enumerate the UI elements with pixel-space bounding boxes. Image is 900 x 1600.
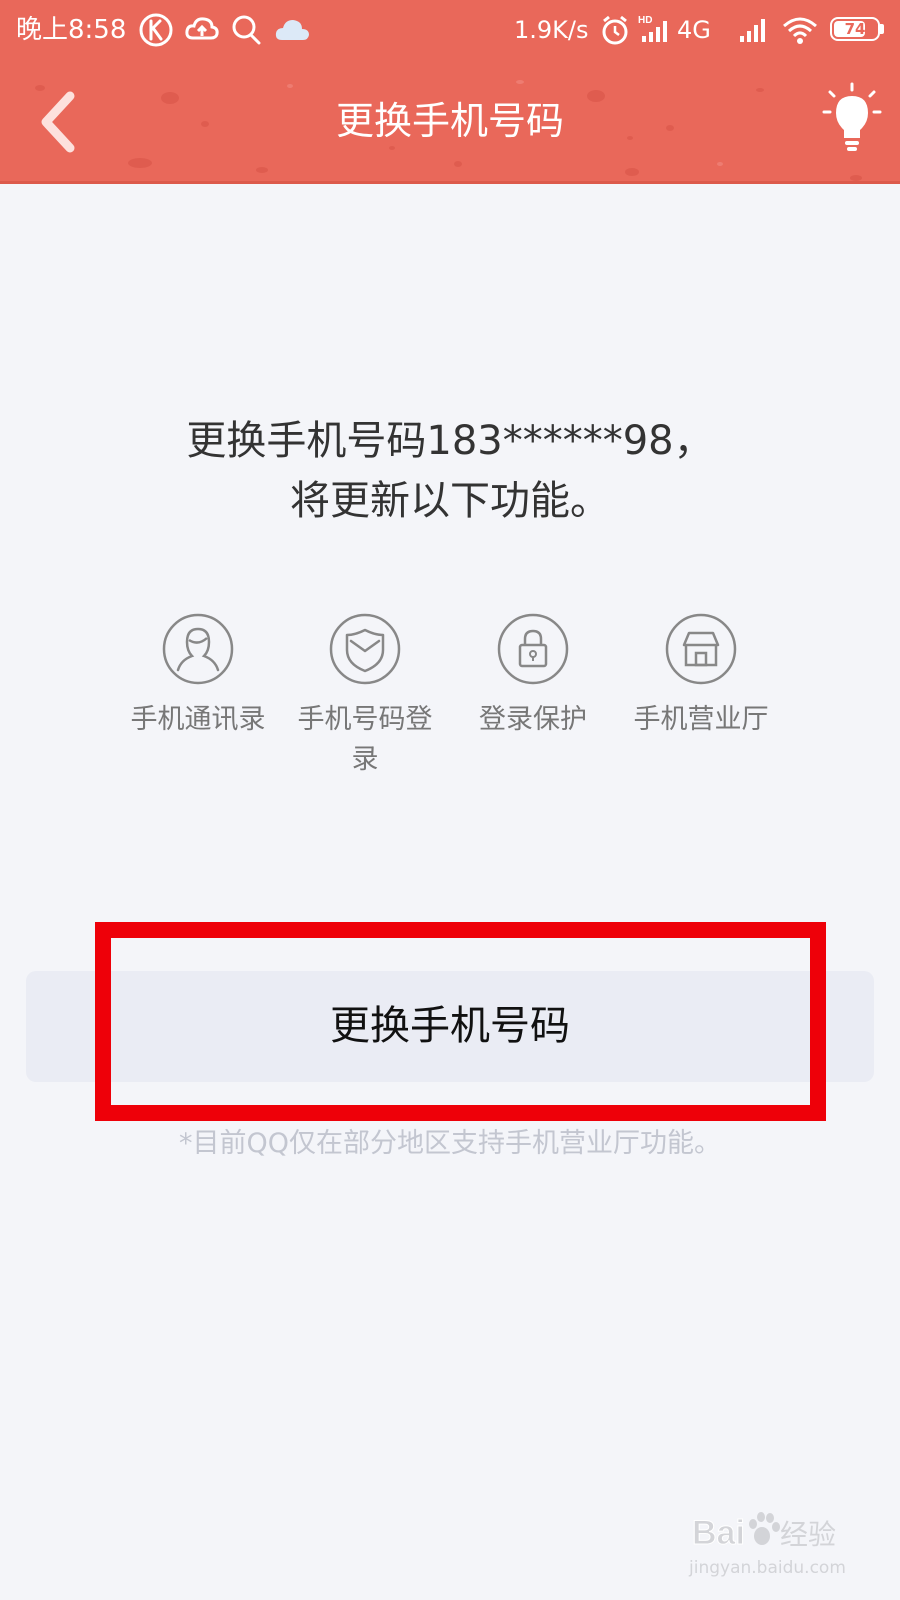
hd-signal-icon: HD <box>638 15 667 42</box>
footnote: *目前QQ仅在部分地区支持手机营业厅功能。 <box>178 1128 721 1159</box>
headline-line-1: 更换手机号码183******98， <box>186 418 714 464</box>
contact-person-icon <box>162 613 234 685</box>
status-time: 晚上8:58 <box>16 15 127 45</box>
store-icon <box>665 613 737 685</box>
svg-text:经验: 经验 <box>780 1518 836 1551</box>
network-type: 4G <box>677 16 711 44</box>
headline-line-2: 将更新以下功能。 <box>290 478 610 524</box>
feature-label: 手机号码登 录 <box>297 704 433 775</box>
feature-label: 手机营业厅 <box>633 704 769 735</box>
feature-label: 手机通讯录 <box>130 704 266 735</box>
svg-text:HD: HD <box>638 15 652 26</box>
battery-tip <box>880 24 884 34</box>
status-bar: 晚上8:58 1.9K/s HD 4G 74 <box>0 0 900 60</box>
baidu-jingyan-watermark-logo: Bai 经验 <box>692 1512 836 1553</box>
battery-level: 74 <box>844 20 866 38</box>
feature-phone-login: 手机号码登 录 <box>285 612 445 780</box>
wifi-icon <box>783 17 817 44</box>
watermark-url: jingyan.baidu.com <box>689 1558 846 1578</box>
cloud-upload-icon <box>185 17 219 40</box>
page-title: 更换手机号码 <box>335 99 564 143</box>
feature-contacts: 手机通讯录 <box>118 612 278 740</box>
k-app-icon <box>139 13 173 47</box>
feature-login-protection: 登录保护 <box>453 612 613 740</box>
network-speed: 1.9K/s <box>514 16 589 44</box>
lightbulb-icon[interactable] <box>822 82 882 162</box>
battery-icon: 74 <box>830 17 880 41</box>
alarm-icon <box>602 15 628 45</box>
shield-icon <box>329 613 401 685</box>
weather-cloud-icon <box>275 20 309 40</box>
highlight-annotation <box>95 922 826 1121</box>
search-icon <box>232 15 261 45</box>
svg-text:Bai: Bai <box>692 1514 745 1552</box>
signal-icon <box>740 19 765 42</box>
feature-label: 登录保护 <box>479 704 587 735</box>
title-bar: 更换手机号码 <box>0 60 900 184</box>
feature-mobile-hall: 手机营业厅 <box>621 612 781 740</box>
lock-icon <box>497 613 569 685</box>
